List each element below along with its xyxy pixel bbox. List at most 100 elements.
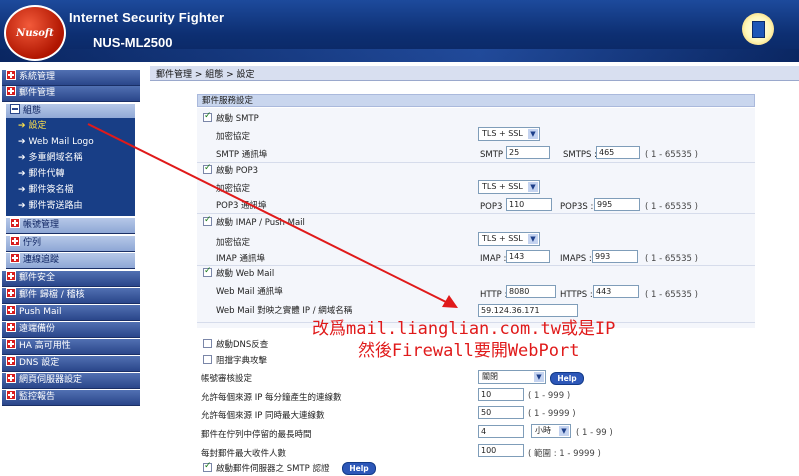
plus-box-icon	[6, 70, 16, 80]
max-concurrent-range: ( 1 - 9999 )	[528, 409, 576, 419]
max-recipients-range: ( 範圍 : 1 - 9999 )	[528, 449, 601, 459]
sidebar-leaf-label: 郵件簽名檔	[28, 185, 74, 195]
sidebar-item-connection-tracking[interactable]: 連線追蹤	[6, 253, 135, 269]
max-concurrent-input[interactable]: 50	[478, 406, 524, 419]
plus-box-icon	[10, 236, 20, 246]
imap-port-input[interactable]: 143	[506, 250, 550, 263]
sidebar-item-queue[interactable]: 佇列	[6, 236, 135, 252]
arrow-right-icon: ➔	[18, 169, 26, 179]
imap-encryption-select[interactable]: TLS + SSL ▼	[478, 232, 540, 246]
dns-check-checkbox[interactable]	[203, 339, 212, 348]
https-port-input[interactable]: 443	[593, 285, 639, 298]
sidebar-item-label: Push Mail	[19, 307, 62, 317]
webmail-port-range: ( 1 - 65535 )	[645, 290, 698, 300]
sidebar-item-ha[interactable]: HA 高可用性	[2, 339, 140, 355]
chevron-down-icon: ▼	[528, 182, 538, 192]
sidebar-leaf-signature[interactable]: ➔ 郵件簽名檔	[18, 183, 74, 198]
dict-block-label: 阻擋字典攻擊	[216, 356, 268, 366]
dict-block-checkbox[interactable]	[203, 355, 212, 364]
sidebar-item-label: 遠端備份	[19, 324, 56, 334]
webmail-enable-checkbox[interactable]	[203, 266, 212, 277]
smtp-port-name: SMTP :	[480, 150, 509, 160]
smtp-auth-help-button[interactable]: Help	[342, 462, 376, 475]
max-concurrent-label: 允許每個來源 IP 同時最大連線數	[201, 411, 325, 421]
smtp-port-input[interactable]: 25	[506, 146, 550, 159]
account-audit-help-button[interactable]: Help	[550, 372, 584, 385]
webmail-address-input[interactable]: 59.124.36.171	[478, 304, 578, 317]
https-port-name: HTTPS :	[560, 290, 593, 300]
smtps-port-input[interactable]: 465	[596, 146, 640, 159]
sidebar-item-label: 組態	[23, 106, 42, 116]
max-conn-per-min-input[interactable]: 10	[478, 388, 524, 401]
plus-box-icon	[6, 288, 16, 298]
sidebar-leaf-routing[interactable]: ➔ 郵件寄送路由	[18, 199, 83, 214]
select-value: TLS + SSL	[482, 129, 523, 138]
http-port-input[interactable]: 8080	[506, 285, 556, 298]
imap-enable-checkbox[interactable]	[203, 215, 212, 226]
pop3-encryption-label: 加密協定	[216, 184, 251, 194]
sidebar-leaf-multi-domain[interactable]: ➔ 多重網域名稱	[18, 151, 83, 166]
sidebar-item-dns[interactable]: DNS 設定	[2, 356, 140, 372]
arrow-right-icon: ➔	[18, 137, 26, 147]
nusoft-logo: Nusoft	[4, 5, 66, 61]
select-value: 小時	[535, 426, 551, 435]
max-recipients-input[interactable]: 100	[478, 444, 524, 457]
arrow-right-icon: ➔	[18, 185, 26, 195]
smtp-encryption-select[interactable]: TLS + SSL ▼	[478, 127, 540, 141]
sidebar-leaf-settings[interactable]: ➔ 設定	[18, 119, 47, 134]
sidebar-item-label: 系統管理	[19, 72, 56, 82]
account-audit-label: 帳號審核設定	[201, 374, 253, 384]
pop3-enable-label: 啟動 POP3	[216, 166, 259, 176]
section-title: 郵件服務設定	[197, 94, 755, 107]
sidebar-item-label: 監控報告	[19, 392, 56, 402]
queue-time-unit-select[interactable]: 小時 ▼	[531, 424, 571, 438]
webmail-port-label: Web Mail 通訊埠	[216, 287, 283, 297]
sidebar-leaf-label: 設定	[28, 121, 47, 131]
queue-time-label: 郵件在佇列中停留的最長時間	[201, 430, 312, 440]
sidebar-item-mail-security[interactable]: 郵件安全	[2, 271, 140, 287]
account-audit-select[interactable]: 關閉 ▼	[478, 370, 546, 384]
smtps-port-name: SMTPS :	[563, 150, 598, 160]
sidebar-item-label: 佇列	[23, 238, 42, 248]
webmail-address-label: Web Mail 對映之實體 IP / 網域名稱	[216, 306, 353, 316]
sidebar-item-label: 郵件安全	[19, 273, 56, 283]
imap-port-name: IMAP :	[480, 254, 507, 264]
logout-door-icon[interactable]	[742, 13, 774, 45]
smtp-enable-checkbox[interactable]	[203, 111, 212, 122]
queue-time-input[interactable]: 4	[478, 425, 524, 438]
sidebar-item-push-mail[interactable]: Push Mail	[2, 305, 140, 321]
chevron-down-icon: ▼	[528, 234, 538, 244]
divider	[197, 213, 755, 214]
sidebar-leaf-webmail-logo[interactable]: ➔ Web Mail Logo	[18, 135, 94, 150]
pop3-enable-checkbox[interactable]	[203, 163, 212, 174]
smtp-auth-checkbox[interactable]	[203, 461, 212, 472]
chevron-down-icon: ▼	[559, 426, 569, 436]
annotation-line-2: 然後Firewall要開WebPort	[357, 341, 580, 361]
pop3s-port-name: POP3S :	[560, 202, 594, 212]
chevron-down-icon: ▼	[528, 129, 538, 139]
sidebar-item-web-server[interactable]: 網頁伺服器設定	[2, 373, 140, 389]
smtp-port-range: ( 1 - 65535 )	[645, 150, 698, 160]
sidebar-leaf-mail-relay[interactable]: ➔ 郵件代轉	[18, 167, 65, 182]
sidebar-item-archive-audit[interactable]: 郵件 歸檔 / 稽核	[2, 288, 140, 304]
smtp-encryption-label: 加密協定	[216, 132, 251, 142]
sidebar-item-monitor-report[interactable]: 監控報告	[2, 390, 140, 406]
imap-port-range: ( 1 - 65535 )	[645, 254, 698, 264]
app-title: Internet Security Fighter	[69, 10, 225, 25]
pop3-encryption-select[interactable]: TLS + SSL ▼	[478, 180, 540, 194]
pop3-port-input[interactable]: 110	[506, 198, 552, 211]
sidebar-item-accounts[interactable]: 帳號管理	[6, 218, 135, 234]
imaps-port-input[interactable]: 993	[592, 250, 638, 263]
sidebar-item-mail-management[interactable]: 郵件管理	[2, 86, 140, 102]
sidebar-item-label: 帳號管理	[23, 220, 60, 230]
plus-box-icon	[10, 218, 20, 228]
pop3s-port-input[interactable]: 995	[594, 198, 640, 211]
queue-time-range: ( 1 - 99 )	[576, 428, 613, 438]
pop3-port-range: ( 1 - 65535 )	[645, 202, 698, 212]
sidebar-item-remote-backup[interactable]: 遠端備份	[2, 322, 140, 338]
sidebar-item-label: 網頁伺服器設定	[19, 375, 83, 385]
plus-box-icon	[6, 390, 16, 400]
sidebar-item-system[interactable]: 系統管理	[2, 70, 140, 86]
app-model: NUS-ML2500	[93, 35, 173, 50]
sidebar-leaf-label: 郵件寄送路由	[28, 201, 83, 211]
